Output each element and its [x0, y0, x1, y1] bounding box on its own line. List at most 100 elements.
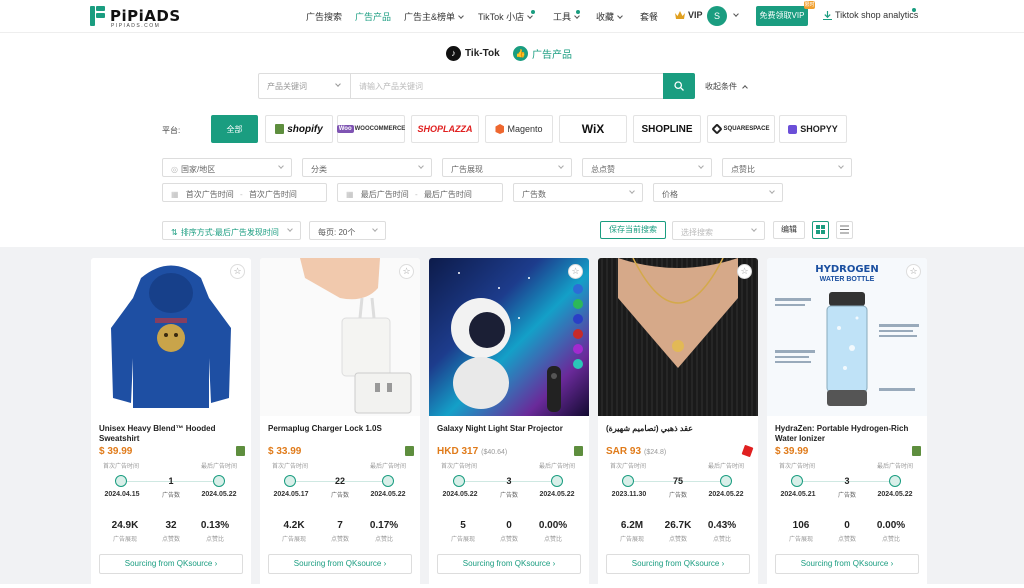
- platform-shoplazza[interactable]: SHOPLAZZA: [411, 115, 479, 143]
- platform-squarespace[interactable]: SQUARESPACE: [707, 115, 775, 143]
- product-price: HKD 317 ($40.64): [437, 446, 508, 457]
- filter-last-ad-date[interactable]: ▦ 最后广告时间 - 最后广告时间: [337, 183, 503, 202]
- chevron-down-icon: [372, 226, 378, 232]
- first-ad-label: 首次广告时间: [441, 464, 478, 470]
- sort-select[interactable]: ⇅ 排序方式:最后广告发现时间: [162, 221, 301, 240]
- page-size-select[interactable]: 每页: 20个: [309, 221, 386, 240]
- search-button[interactable]: [663, 73, 695, 99]
- free-vip-button[interactable]: 免费领取VIP: [756, 6, 808, 26]
- calendar-icon: [551, 475, 563, 487]
- calendar-icon: [115, 475, 127, 487]
- nav-ad-search[interactable]: 广告搜索: [306, 10, 342, 23]
- favorite-star-icon[interactable]: ☆: [399, 264, 414, 279]
- platform-all[interactable]: 全部: [211, 115, 258, 143]
- ad-count-label: 广告数: [837, 493, 856, 499]
- product-image[interactable]: HYDROGEN WATER BOTTLE ☆: [767, 258, 927, 416]
- last-ad-date: 2024.05.22: [370, 491, 406, 498]
- chevron-down-icon: [287, 226, 293, 232]
- nav-ad-products[interactable]: 广告产品: [355, 10, 391, 23]
- color-swatches: [573, 284, 585, 369]
- product-card[interactable]: ☆ Permaplug Charger Lock 1.0S $ 33.99 首次…: [260, 258, 420, 588]
- product-title[interactable]: HydraZen: Portable Hydrogen-Rich Water I…: [775, 424, 921, 444]
- nav-plans[interactable]: 套餐: [640, 10, 658, 23]
- sourcing-button[interactable]: Sourcing from QKsource ›: [775, 554, 919, 574]
- ad-count-value: 75: [672, 476, 683, 486]
- ad-count-value: 3: [506, 476, 512, 486]
- edit-button[interactable]: 编辑: [773, 221, 805, 239]
- calendar-icon: [720, 475, 732, 487]
- platform-magento[interactable]: Magento: [485, 115, 553, 143]
- filter-impressions[interactable]: 广告展现: [442, 158, 572, 177]
- like-ratio-stat: 0.13% 点赞比: [200, 520, 230, 543]
- likes-stat: 0 点赞数: [837, 520, 856, 543]
- product-card[interactable]: HYDROGEN WATER BOTTLE ☆ HydraZen: Portab…: [767, 258, 927, 588]
- product-title[interactable]: Unisex Heavy Blend™ Hooded Sweatshirt: [99, 424, 245, 444]
- tab-tiktok[interactable]: ♪ Tik-Tok: [446, 44, 500, 62]
- platform-shopify[interactable]: shopify: [265, 115, 333, 143]
- search-input[interactable]: [351, 74, 663, 98]
- product-title[interactable]: عقد ذهبي (تصاميم شهيرة): [606, 424, 706, 434]
- avatar[interactable]: S: [707, 6, 727, 26]
- platform-shopline[interactable]: SHOPLINE: [633, 115, 701, 143]
- squarespace-icon: [710, 123, 723, 135]
- last-ad-date: 2024.05.22: [201, 491, 237, 498]
- sourcing-button[interactable]: Sourcing from QKsource ›: [606, 554, 750, 574]
- filter-like-ratio[interactable]: 点赞比: [722, 158, 852, 177]
- shopify-icon: [912, 446, 921, 456]
- favorite-star-icon[interactable]: ☆: [568, 264, 583, 279]
- vip-label[interactable]: VIP: [688, 10, 703, 20]
- first-ad-label: 首次广告时间: [272, 464, 309, 470]
- calendar-icon: [382, 475, 394, 487]
- list-view-button[interactable]: [836, 221, 853, 239]
- favorite-star-icon[interactable]: ☆: [737, 264, 752, 279]
- product-image[interactable]: ☆: [91, 258, 251, 416]
- nav-favorites[interactable]: 收藏: [596, 10, 623, 23]
- last-ad-label: 最后广告时间: [539, 464, 576, 470]
- product-card[interactable]: ☆ Unisex Heavy Blend™ Hooded Sweatshirt …: [91, 258, 251, 588]
- nav-advertisers[interactable]: 广告主&榜单: [404, 10, 464, 23]
- collapse-filters-button[interactable]: 收起条件: [705, 81, 749, 92]
- new-dot-icon: [912, 8, 916, 12]
- likes-stat: 0 点赞数: [499, 520, 518, 543]
- product-title[interactable]: Galaxy Night Light Star Projector: [437, 424, 583, 434]
- logo-subtext: PIPIADS.COM: [111, 23, 161, 29]
- search-icon: [674, 81, 684, 91]
- product-title[interactable]: Permaplug Charger Lock 1.0S: [268, 424, 414, 434]
- pipiads-logo[interactable]: PiPiADS PIPIADS.COM: [90, 6, 180, 30]
- sourcing-button[interactable]: Sourcing from QKsource ›: [268, 554, 412, 574]
- platform-shopyy[interactable]: SHOPYY: [779, 115, 847, 143]
- product-image[interactable]: ☆: [260, 258, 420, 416]
- filter-total-likes[interactable]: 总点赞: [582, 158, 712, 177]
- product-card[interactable]: ☆ عقد ذهبي (تصاميم شهيرة) SAR 93 ($24.8) …: [598, 258, 758, 588]
- nav-tiktok-shop[interactable]: TikTok 小店: [478, 10, 534, 23]
- product-image[interactable]: ☆: [598, 258, 758, 416]
- calendar-icon: [213, 475, 225, 487]
- search-scope-select[interactable]: 产品关键词: [259, 74, 351, 98]
- first-ad-date: 2023.11.30: [611, 491, 647, 498]
- product-card[interactable]: ☆ Galaxy Night Light Star Projector HKD …: [429, 258, 589, 588]
- grid-view-button[interactable]: [812, 221, 829, 239]
- platform-wix[interactable]: WiX: [559, 115, 627, 143]
- saved-search-select[interactable]: 选择搜索: [672, 221, 765, 240]
- tab-ad-products[interactable]: 👍 广告产品: [513, 44, 572, 62]
- calendar-icon: [453, 475, 465, 487]
- nav-tiktok-shop-analytics[interactable]: Tiktok shop analytics: [835, 10, 918, 20]
- sourcing-button[interactable]: Sourcing from QKsource ›: [437, 554, 581, 574]
- platform-woocommerce[interactable]: Woo WOOCOMMERCE: [336, 115, 405, 143]
- calendar-icon: [791, 475, 803, 487]
- product-image[interactable]: ☆: [429, 258, 589, 416]
- favorite-star-icon[interactable]: ☆: [230, 264, 245, 279]
- filter-first-ad-date[interactable]: ▦ 首次广告时间 - 首次广告时间: [162, 183, 327, 202]
- filter-category[interactable]: 分类: [302, 158, 432, 177]
- sourcing-button[interactable]: Sourcing from QKsource ›: [99, 554, 243, 574]
- filter-country[interactable]: ◎ 国家/地区: [162, 158, 292, 177]
- favorite-star-icon[interactable]: ☆: [906, 264, 921, 279]
- ad-count-value: 3: [844, 476, 850, 486]
- save-search-button[interactable]: 保存当前搜索: [600, 221, 666, 239]
- filter-price[interactable]: 价格: [653, 183, 783, 202]
- shopify-icon: [236, 446, 245, 456]
- necklace-image: [618, 258, 738, 368]
- like-ratio-stat: 0.43% 点赞比: [707, 520, 737, 543]
- filter-ad-count[interactable]: 广告数: [513, 183, 643, 202]
- chevron-down-icon[interactable]: [733, 11, 739, 17]
